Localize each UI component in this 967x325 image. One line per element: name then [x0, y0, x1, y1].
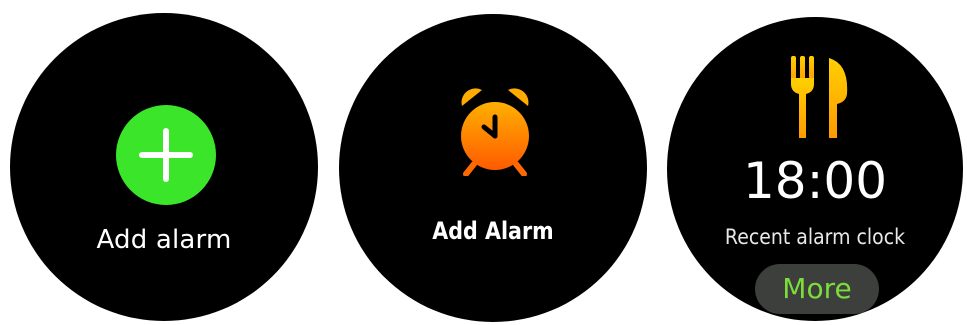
recent-alarm-label: Recent alarm clock	[724, 225, 906, 249]
watch-screens-row: Add alarm Add Alarm 18:00 Recent alarm c…	[0, 0, 967, 325]
plus-icon	[139, 128, 193, 182]
add-alarm-label: Add alarm	[96, 225, 232, 255]
more-button[interactable]: More	[755, 264, 879, 314]
cutlery-icon	[791, 56, 848, 138]
add-alarm-button[interactable]	[116, 105, 216, 205]
watch-screen-recent-alarm: 18:00 Recent alarm clock More	[667, 17, 963, 321]
watch-screen-add-alarm: Add alarm	[10, 13, 318, 321]
alarm-time: 18:00	[742, 152, 888, 210]
add-alarm-label: Add Alarm	[432, 217, 554, 245]
watch-screen-add-alarm-clock: Add Alarm	[339, 14, 647, 322]
alarm-clock-icon[interactable]	[456, 84, 534, 176]
